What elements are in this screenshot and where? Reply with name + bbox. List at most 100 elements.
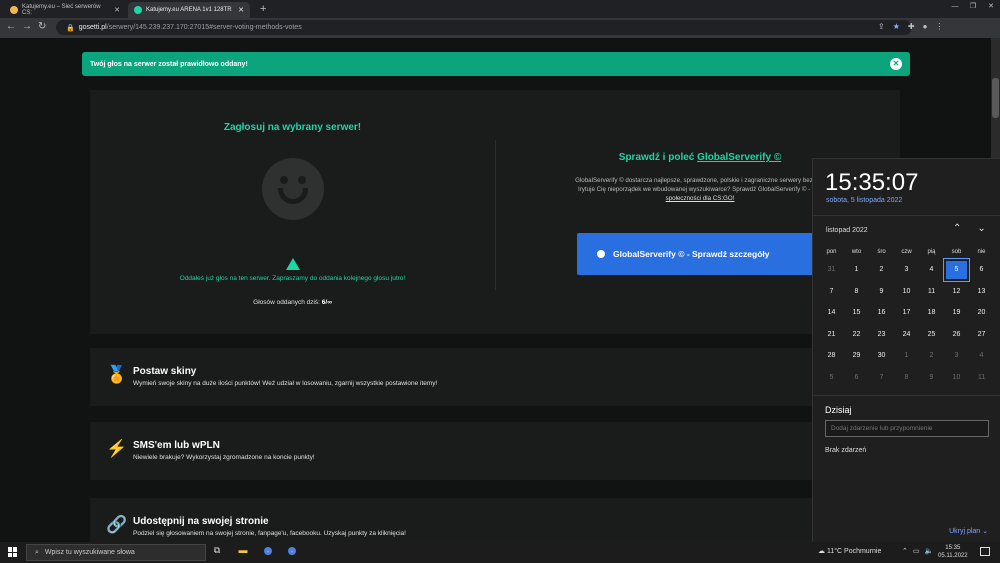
taskbar-apps: ⧉ ▬ bbox=[210, 545, 298, 557]
search-placeholder: Wpisz tu wyszukiwane słowa bbox=[44, 549, 135, 556]
hide-plan-link[interactable]: Ukryj plan ⌄ bbox=[949, 527, 988, 535]
calendar-day[interactable]: 9 bbox=[869, 281, 894, 303]
calendar-day[interactable]: 7 bbox=[869, 367, 894, 389]
browser-tab[interactable]: Katujemy.eu – Sieć serwerów CS: ✕ bbox=[4, 2, 126, 18]
chevron-up-icon[interactable]: ⌃ bbox=[953, 223, 961, 234]
calendar-day[interactable]: 1 bbox=[894, 345, 919, 367]
card-description: Podziel się głosowaniem na swojej stroni… bbox=[133, 530, 406, 537]
calendar-day[interactable]: 6 bbox=[969, 259, 994, 281]
calendar-day[interactable]: 3 bbox=[944, 345, 969, 367]
calendar-day[interactable]: 11 bbox=[919, 281, 944, 303]
url-path: /serwery/145.239.237.170:27015#server-vo… bbox=[106, 24, 302, 31]
reload-icon[interactable]: ↻ bbox=[38, 21, 46, 32]
chevron-up-icon[interactable]: ⌃ bbox=[902, 547, 908, 555]
calendar-day[interactable]: 21 bbox=[819, 324, 844, 346]
new-tab-button[interactable]: + bbox=[260, 3, 266, 15]
minimize-icon[interactable]: — bbox=[946, 0, 964, 14]
taskbar-clock[interactable]: 15:35 05.11.2022 bbox=[938, 544, 968, 560]
close-window-icon[interactable]: ✕ bbox=[982, 0, 1000, 14]
extensions-icon[interactable]: ✚ bbox=[908, 22, 915, 31]
calendar-day[interactable]: 13 bbox=[969, 281, 994, 303]
calendar-day[interactable]: 6 bbox=[844, 367, 869, 389]
calendar-day[interactable]: 10 bbox=[894, 281, 919, 303]
calendar-day[interactable]: 31 bbox=[819, 259, 844, 281]
profile-avatar-icon[interactable]: ● bbox=[923, 22, 928, 31]
bookmark-star-icon[interactable]: ★ bbox=[893, 22, 900, 31]
taskbar-search[interactable]: ⌕ Wpisz tu wyszukiwane słowa bbox=[26, 544, 206, 561]
taskbar-date: 05.11.2022 bbox=[938, 553, 968, 559]
scrollbar-thumb[interactable] bbox=[992, 78, 999, 118]
calendar-day[interactable]: 8 bbox=[844, 281, 869, 303]
calendar-day[interactable]: 11 bbox=[969, 367, 994, 389]
calendar-day[interactable]: 25 bbox=[919, 324, 944, 346]
maximize-icon[interactable]: ❐ bbox=[964, 0, 982, 14]
calendar-day[interactable]: 26 bbox=[944, 324, 969, 346]
chrome-icon[interactable] bbox=[262, 545, 274, 557]
calendar-day[interactable]: 9 bbox=[919, 367, 944, 389]
calendar-day[interactable]: 2 bbox=[869, 259, 894, 281]
calendar-day[interactable]: 22 bbox=[844, 324, 869, 346]
calendar-day[interactable]: 29 bbox=[844, 345, 869, 367]
calendar-day[interactable]: 4 bbox=[969, 345, 994, 367]
calendar-day[interactable]: 20 bbox=[969, 302, 994, 324]
windows-start-icon[interactable] bbox=[8, 547, 18, 557]
calendar-day[interactable]: 8 bbox=[894, 367, 919, 389]
card-description: Wymień swoje skiny na duże ilości punktó… bbox=[133, 380, 438, 387]
card-title: Postaw skiny bbox=[133, 366, 197, 377]
close-tab-icon[interactable]: ✕ bbox=[238, 6, 244, 14]
forward-icon[interactable]: → bbox=[22, 21, 32, 32]
card-postaw-skiny: 🏅 Postaw skiny Wymień swoje skiny na duż… bbox=[90, 348, 900, 406]
calendar-day[interactable]: 23 bbox=[869, 324, 894, 346]
close-tab-icon[interactable]: ✕ bbox=[114, 6, 120, 14]
vote-panel: Zagłosuj na wybrany serwer! Oddałeś już … bbox=[90, 90, 900, 334]
chevron-down-icon[interactable]: ⌄ bbox=[977, 223, 985, 234]
calendar-day[interactable]: 3 bbox=[894, 259, 919, 281]
weather-text: 11°C Pochmurnie bbox=[826, 548, 882, 555]
card-udostepnij: 🔗 Udostępnij na swojej stronie Podziel s… bbox=[90, 498, 900, 542]
calendar-day[interactable]: 2 bbox=[919, 345, 944, 367]
close-alert-icon[interactable]: ✕ bbox=[890, 58, 902, 70]
notifications-icon[interactable] bbox=[980, 547, 990, 556]
calendar-day[interactable]: 19 bbox=[944, 302, 969, 324]
file-explorer-icon[interactable]: ▬ bbox=[236, 545, 250, 557]
calendar-day[interactable]: 12 bbox=[944, 281, 969, 303]
menu-icon[interactable]: ⋮ bbox=[935, 22, 943, 31]
calendar-day[interactable]: 4 bbox=[919, 259, 944, 281]
network-icon[interactable]: ▭ bbox=[913, 547, 920, 555]
clock-date-link[interactable]: sobota, 5 listopada 2022 bbox=[826, 197, 902, 204]
share-icon[interactable]: ⇪ bbox=[878, 22, 885, 31]
lightning-icon: ⚡ bbox=[106, 439, 128, 458]
browser-tab-active[interactable]: Katujemy.eu ARENA 1v1 128TR ✕ bbox=[128, 2, 250, 18]
task-view-icon[interactable]: ⧉ bbox=[210, 545, 224, 557]
calendar-day[interactable]: 10 bbox=[944, 367, 969, 389]
weekday-header: sob bbox=[951, 249, 962, 255]
calendar-day[interactable]: 5 bbox=[819, 367, 844, 389]
chrome-icon[interactable] bbox=[286, 545, 298, 557]
weather-widget[interactable]: ☁ 11°C Pochmurnie bbox=[818, 547, 881, 555]
calendar-day[interactable]: 17 bbox=[894, 302, 919, 324]
calendar-day[interactable]: 7 bbox=[819, 281, 844, 303]
calendar-day[interactable]: 14 bbox=[819, 302, 844, 324]
globalserverify-details-button[interactable]: GlobalServerify © - Sprawdź szczegóły bbox=[577, 233, 837, 275]
address-bar[interactable]: 🔒 gosetti.pl /serwery/145.239.237.170:27… bbox=[56, 20, 912, 35]
volume-icon[interactable]: 🔈 bbox=[925, 547, 934, 555]
divider bbox=[813, 215, 1000, 216]
calendar-month[interactable]: listopad 2022 bbox=[826, 227, 868, 234]
calendar-day[interactable]: 28 bbox=[819, 345, 844, 367]
calendar-day[interactable]: 27 bbox=[969, 324, 994, 346]
warning-icon bbox=[286, 258, 300, 270]
tab-title: Katujemy.eu – Sieć serwerów CS: bbox=[22, 4, 101, 16]
calendar-day[interactable]: 15 bbox=[844, 302, 869, 324]
calendar-day-today[interactable]: 5 bbox=[944, 259, 969, 281]
url-host: gosetti.pl bbox=[78, 24, 107, 31]
calendar-day[interactable]: 16 bbox=[869, 302, 894, 324]
back-icon[interactable]: ← bbox=[6, 21, 16, 32]
calendar-day[interactable]: 24 bbox=[894, 324, 919, 346]
calendar-day[interactable]: 30 bbox=[869, 345, 894, 367]
card-description: Niewiele brakuje? Wykorzystaj zgromadzon… bbox=[133, 454, 315, 461]
taskbar: ⌕ Wpisz tu wyszukiwane słowa ⧉ ▬ ☁ 11°C … bbox=[0, 542, 1000, 563]
add-event-input[interactable] bbox=[825, 420, 989, 437]
globalserverify-link[interactable]: GlobalServerify © bbox=[697, 152, 781, 163]
calendar-day[interactable]: 1 bbox=[844, 259, 869, 281]
calendar-day[interactable]: 18 bbox=[919, 302, 944, 324]
